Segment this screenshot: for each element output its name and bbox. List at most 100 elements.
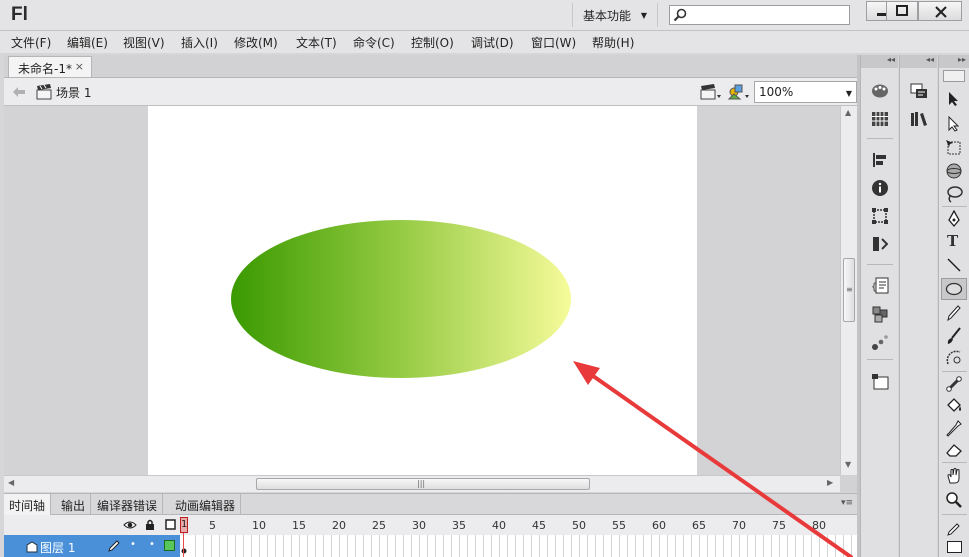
scroll-left-arrow-icon[interactable]: ◀ [8,478,14,487]
components-icon[interactable] [871,305,889,323]
scroll-down-arrow-icon[interactable]: ▼ [845,460,851,469]
collapse-icon[interactable]: ▸▸ [939,55,969,68]
tab-timeline[interactable]: 时间轴 [4,494,52,515]
3d-rotation-tool-icon[interactable] [945,162,963,180]
layer-row[interactable]: 图层 1 • • [4,535,180,557]
zoom-select[interactable]: 100% ▼ [754,81,857,103]
lock-dot[interactable]: • [149,539,155,550]
frame-number: 45 [532,519,546,532]
eraser-tool-icon[interactable] [945,442,963,458]
panel-menu-icon[interactable]: ▾≡ [841,498,853,508]
menu-help[interactable]: 帮助(H) [592,34,634,51]
timeline-tab-bar: 时间轴 输出 编译器错误 动画编辑器 ▾≡ [4,494,857,515]
grip-icon: ≡ [846,285,853,294]
stroke-color-icon[interactable] [946,521,962,537]
align-icon[interactable] [872,152,888,168]
hand-tool-icon[interactable] [945,467,963,485]
eyedropper-tool-icon[interactable] [946,420,962,438]
workspace-switcher[interactable]: 基本功能 ▼ [572,3,658,27]
menu-window[interactable]: 窗口(W) [531,34,576,51]
eye-icon[interactable] [123,520,137,530]
selection-tool-icon[interactable] [947,91,961,107]
text-tool-icon[interactable]: T [947,232,958,250]
tools-grip[interactable] [943,70,965,82]
motion-presets-icon[interactable] [871,333,889,351]
tab-output[interactable]: 输出 [56,494,92,515]
toolbar-separator [942,462,967,463]
pencil-tool-icon[interactable] [946,304,962,322]
vertical-scrollbar[interactable]: ▲ ≡ ▼ [840,106,857,475]
toolbar-separator [942,514,967,515]
document-tab[interactable]: 未命名-1* × [8,56,92,77]
maximize-button[interactable] [886,1,918,21]
menu-insert[interactable]: 插入(I) [181,34,218,51]
menu-view[interactable]: 视图(V) [123,34,165,51]
gradient-ellipse[interactable] [231,220,571,378]
horizontal-scroll-thumb[interactable]: ||| [256,478,590,490]
bone-tool-icon[interactable] [945,375,963,393]
close-tab-icon[interactable]: × [75,60,84,73]
svg-text:{: { [871,282,877,293]
tools-panel: ▸▸ T [938,55,969,557]
scroll-up-arrow-icon[interactable]: ▲ [845,108,851,117]
outline-color-swatch[interactable] [164,540,175,551]
info-icon[interactable] [871,179,889,197]
menu-file[interactable]: 文件(F) [11,34,51,51]
menu-commands[interactable]: 命令(C) [353,34,395,51]
actions-icon[interactable]: { [871,277,889,295]
properties-icon[interactable] [910,83,928,99]
transform-icon[interactable] [871,207,889,225]
pasteboard [4,106,840,475]
layer-name: 图层 1 [40,541,76,555]
frame-number: 60 [652,519,666,532]
collapse-icon[interactable]: ◂◂ [900,55,937,68]
swatches-grid-icon[interactable] [871,111,889,127]
close-window-button[interactable] [918,1,962,21]
close-icon [935,6,947,18]
menu-control[interactable]: 控制(O) [411,34,454,51]
frame-number: 40 [492,519,506,532]
tab-motion-editor[interactable]: 动画编辑器 [170,494,242,515]
lasso-tool-icon[interactable] [945,185,963,203]
frame-number: 55 [612,519,626,532]
zoom-tool-icon[interactable] [945,491,963,509]
subselection-tool-icon[interactable] [947,116,961,132]
brush-tool-icon[interactable] [946,327,962,345]
frame-number: 10 [252,519,266,532]
menu-modify[interactable]: 修改(M) [234,34,278,51]
lock-icon[interactable] [145,519,155,531]
toolbar-separator [942,206,967,207]
library-icon[interactable] [910,111,928,127]
edit-scene-icon[interactable] [700,83,722,101]
menu-debug[interactable]: 调试(D) [471,34,514,51]
free-transform-tool-icon[interactable] [945,139,963,157]
tab-compiler-errors[interactable]: 编译器错误 [92,494,164,515]
document-area: 未命名-1* × 场景 1 100% ▼ ▲ ≡ ▼ ◀ ||| ▶ [4,55,857,492]
menu-edit[interactable]: 编辑(E) [67,34,108,51]
frame-grid[interactable] [180,535,857,557]
playhead[interactable]: 1 [180,515,188,557]
menu-text[interactable]: 文本(T) [296,34,337,51]
outline-icon[interactable] [165,519,176,530]
scroll-right-arrow-icon[interactable]: ▶ [827,478,833,487]
deco-tool-icon[interactable] [945,349,963,367]
code-snippets-icon[interactable] [872,235,888,253]
visibility-dot[interactable]: • [130,539,136,550]
color-palette-icon[interactable] [871,83,889,99]
paint-bucket-tool-icon[interactable] [945,397,963,415]
search-field[interactable] [690,7,845,23]
line-tool-icon[interactable] [946,257,962,273]
pen-tool-icon[interactable] [946,210,962,228]
help-search-input[interactable] [669,5,850,25]
scene-panel-icon[interactable] [871,373,889,391]
horizontal-scrollbar[interactable]: ◀ ||| ▶ [4,475,840,492]
oval-tool-button[interactable] [941,278,967,300]
fill-color-swatch[interactable] [947,541,962,553]
back-arrow-icon[interactable] [12,86,26,98]
edit-symbols-icon[interactable] [728,83,750,101]
collapse-icon[interactable]: ◂◂ [861,55,898,68]
vertical-scroll-thumb[interactable]: ≡ [843,258,855,322]
menu-bar: 文件(F) 编辑(E) 视图(V) 插入(I) 修改(M) 文本(T) 命令(C… [0,31,969,53]
stage[interactable] [148,106,697,475]
title-bar: Fl 基本功能 ▼ [0,0,969,31]
